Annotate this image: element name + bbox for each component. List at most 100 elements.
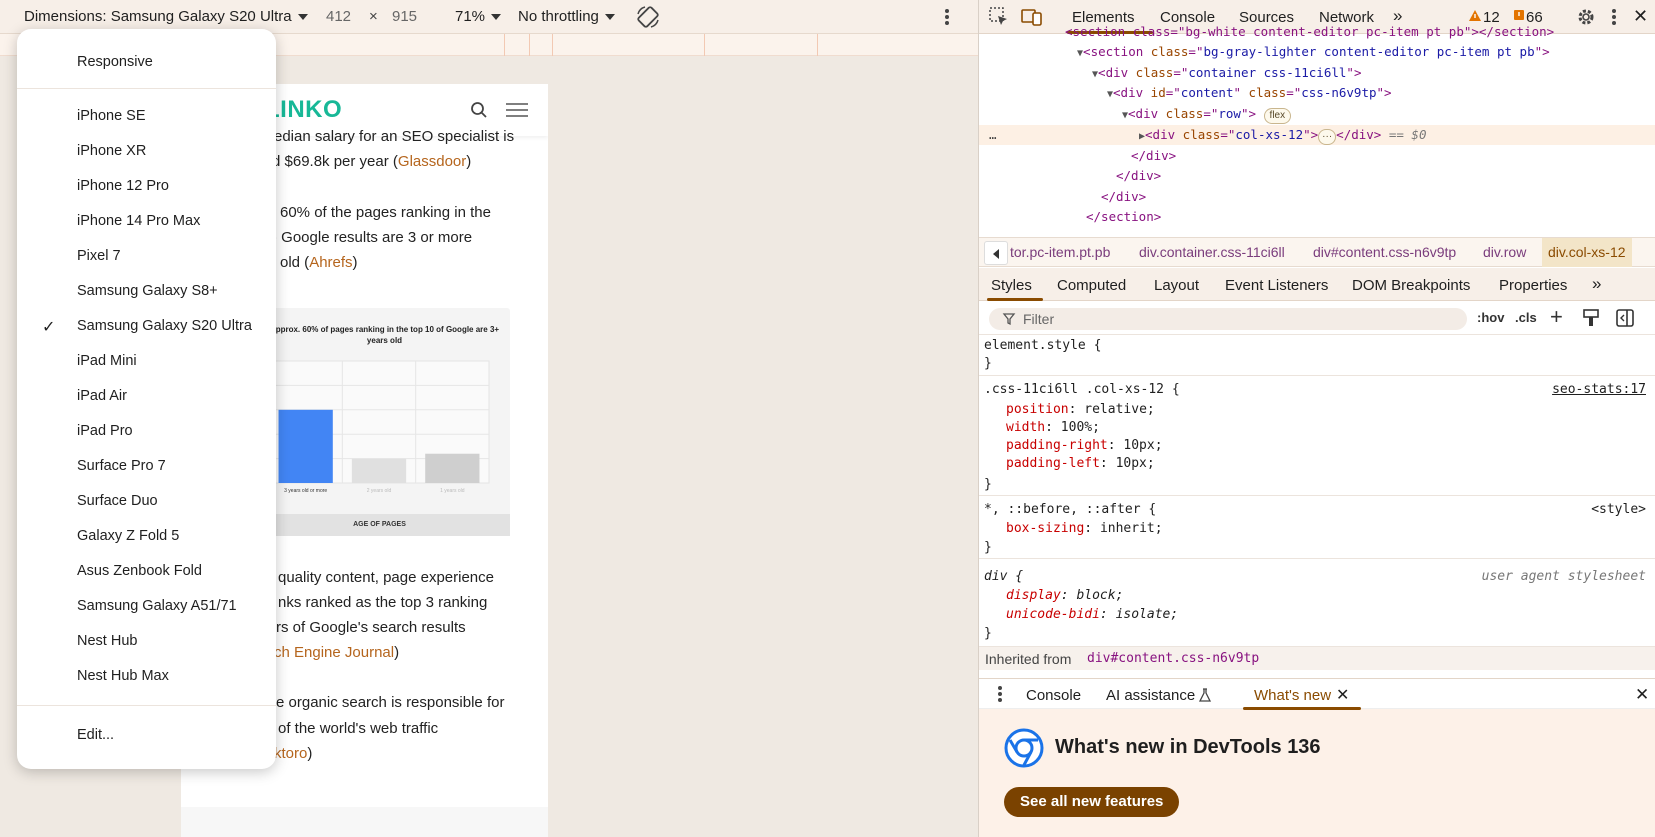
tab-event-listeners[interactable]: Event Listeners — [1225, 277, 1328, 294]
devtools-menu-icon[interactable] — [1611, 8, 1617, 26]
breadcrumb-item[interactable]: div#content.css-n6v9tp — [1313, 244, 1456, 260]
inspect-element-icon[interactable] — [989, 7, 1009, 27]
menu-item-device[interactable]: Asus Zenbook Fold — [77, 563, 202, 579]
dom-closing-tag[interactable]: </div> — [1116, 166, 1161, 186]
throttling-select[interactable]: No throttling — [518, 8, 615, 25]
dom-node-row[interactable]: ▼<div class="row"> flex — [1122, 104, 1292, 126]
dom-node-section[interactable]: ▼<section class="bg-gray-lighter content… — [1077, 42, 1550, 64]
menu-item-device[interactable]: iPad Mini — [77, 353, 137, 369]
breadcrumb-item[interactable]: tor.pc-item.pt.pb — [1010, 244, 1110, 260]
rotate-icon[interactable] — [636, 5, 660, 29]
menu-item-device[interactable]: Nest Hub Max — [77, 668, 169, 684]
color-format-icon[interactable] — [1583, 309, 1599, 327]
rule-selector-element-style[interactable]: element.style { — [984, 337, 1101, 355]
menu-item-edit[interactable]: Edit... — [77, 727, 114, 743]
inherited-node-link[interactable]: div#content.css-n6v9tp — [1087, 651, 1259, 666]
menu-item-device[interactable]: Samsung Galaxy S8+ — [77, 283, 218, 299]
menu-item-device[interactable]: Nest Hub — [77, 633, 137, 649]
dom-node-col-xs-12[interactable]: ▶<div class="col-xs-12"> ··· </div> == $0 — [1139, 125, 1427, 147]
menu-item-device[interactable]: iPad Pro — [77, 423, 133, 439]
tab-dom-breakpoints[interactable]: DOM Breakpoints — [1352, 277, 1470, 294]
height-input[interactable]: 915 — [392, 8, 417, 25]
bar-chart: Approx. 60% of pages ranking in the top … — [249, 308, 510, 536]
width-input[interactable]: 412 — [326, 8, 351, 25]
zoom-select[interactable]: 71% — [455, 8, 502, 25]
more-tabs-icon[interactable]: » — [1592, 274, 1601, 294]
device-select[interactable]: Dimensions: Samsung Galaxy S20 Ultra — [24, 8, 308, 25]
drawer-menu-icon[interactable] — [997, 685, 1003, 703]
class-toggle[interactable]: .cls — [1515, 310, 1537, 325]
menu-item-device[interactable]: iPhone 12 Pro — [77, 178, 169, 194]
css-property[interactable]: unicode-bidi: isolate; — [1006, 606, 1178, 624]
menu-item-device[interactable]: iPhone XR — [77, 143, 146, 159]
tab-styles[interactable]: Styles — [991, 277, 1032, 294]
breadcrumb: tor.pc-item.pt.pb div.container.css-11ci… — [979, 237, 1655, 267]
filter-icon — [1002, 313, 1016, 326]
breadcrumb-item-active[interactable]: div.col-xs-12 — [1542, 238, 1632, 267]
site-logo[interactable]: LINKO — [265, 96, 342, 124]
stat-line: d $69.8k per year (Glassdoor) — [272, 153, 472, 170]
menu-item-device[interactable]: iPhone 14 Pro Max — [77, 213, 200, 229]
tab-layout[interactable]: Layout — [1154, 277, 1199, 294]
menu-item-device[interactable]: Surface Duo — [77, 493, 158, 509]
menu-item-device[interactable]: Galaxy Z Fold 5 — [77, 528, 179, 544]
menu-item-responsive[interactable]: Responsive — [77, 54, 153, 70]
breadcrumb-scroll-left[interactable] — [984, 241, 1008, 265]
source-link-ahrefs[interactable]: Ahrefs — [309, 254, 352, 271]
toggle-sidebar-icon[interactable] — [1616, 309, 1634, 327]
menu-item-device[interactable]: Surface Pro 7 — [77, 458, 166, 474]
menu-item-device[interactable]: iPhone SE — [77, 108, 146, 124]
hamburger-menu-icon[interactable] — [506, 102, 528, 118]
breadcrumb-item[interactable]: div.container.css-11ci6ll — [1139, 244, 1285, 260]
breadcrumb-item[interactable]: div.row — [1483, 244, 1526, 260]
dom-node[interactable]: <section class="bg-white content-editor … — [1065, 22, 1554, 42]
close-tab-icon[interactable]: ✕ — [1336, 685, 1349, 705]
devtools-panel: Elements Console Sources Network » 12 66… — [978, 0, 1655, 837]
menu-item-device[interactable]: Samsung Galaxy A51/71 — [77, 598, 237, 614]
close-drawer-icon[interactable]: ✕ — [1635, 685, 1649, 705]
node-actions-ellipsis[interactable]: … — [989, 125, 997, 145]
dom-closing-tag[interactable]: </div> — [1131, 146, 1176, 166]
drawer-tab-console[interactable]: Console — [1026, 687, 1081, 704]
css-property[interactable]: width: 100%; — [1006, 419, 1100, 437]
settings-gear-icon[interactable] — [1576, 7, 1596, 27]
dom-closing-tag[interactable]: </div> — [1101, 187, 1146, 207]
chart-plot: 3 years old or more 2 years old 1 years ol… — [268, 360, 490, 494]
rule-source-link[interactable]: seo-stats:17 — [1552, 381, 1646, 399]
search-icon[interactable] — [470, 101, 488, 119]
collapsed-children-badge[interactable]: ··· — [1318, 129, 1337, 145]
rule-source-style[interactable]: <style> — [1591, 501, 1646, 519]
rule-selector[interactable]: .css-11ci6ll .col-xs-12 { — [984, 381, 1180, 399]
more-options-icon[interactable] — [944, 8, 950, 26]
menu-item-device[interactable]: Pixel 7 — [77, 248, 121, 264]
drawer-tab-ai-assistance[interactable]: AI assistance — [1106, 687, 1195, 704]
css-property[interactable]: padding-left: 10px; — [1006, 455, 1155, 473]
menu-item-device[interactable]: iPad Air — [77, 388, 127, 404]
tab-computed[interactable]: Computed — [1057, 277, 1126, 294]
menu-item-device[interactable]: Samsung Galaxy S20 Ultra — [77, 318, 252, 334]
stat-line: rs of Google's search results — [276, 619, 466, 636]
rule-selector[interactable]: *, ::before, ::after { — [984, 501, 1156, 519]
dom-node-container[interactable]: ▼<div class="container css-11ci6ll"> — [1092, 63, 1361, 85]
close-devtools-icon[interactable]: ✕ — [1633, 6, 1648, 27]
css-property[interactable]: padding-right: 10px; — [1006, 437, 1163, 455]
drawer-tab-whats-new[interactable]: What's new — [1254, 687, 1331, 704]
source-link-sej[interactable]: ch Engine Journal — [274, 644, 394, 661]
dom-closing-tag[interactable]: </section> — [1086, 207, 1161, 227]
tab-properties[interactable]: Properties — [1499, 277, 1567, 294]
source-link-kinsta[interactable]: ktoro — [274, 745, 307, 762]
css-property[interactable]: display: block; — [1006, 587, 1123, 605]
add-rule-icon[interactable]: + — [1550, 304, 1563, 330]
source-link-glassdoor[interactable]: Glassdoor — [398, 153, 466, 170]
stat-line: nks ranked as the top 3 ranking — [278, 594, 488, 611]
css-property[interactable]: position: relative; — [1006, 401, 1155, 419]
flex-badge[interactable]: flex — [1263, 108, 1292, 124]
issues-icon — [1514, 10, 1524, 20]
css-property[interactable]: box-sizing: inherit; — [1006, 520, 1163, 538]
see-all-features-button[interactable]: See all new features — [1004, 787, 1180, 817]
styles-filter-input[interactable]: Filter — [989, 308, 1467, 330]
rule-selector[interactable]: div { — [984, 568, 1023, 586]
dom-node-content[interactable]: ▼<div id="content" class="css-n6v9tp"> — [1107, 83, 1392, 105]
hover-state-toggle[interactable]: :hov — [1477, 310, 1504, 325]
device-toolbar-toggle-icon[interactable] — [1021, 7, 1043, 27]
